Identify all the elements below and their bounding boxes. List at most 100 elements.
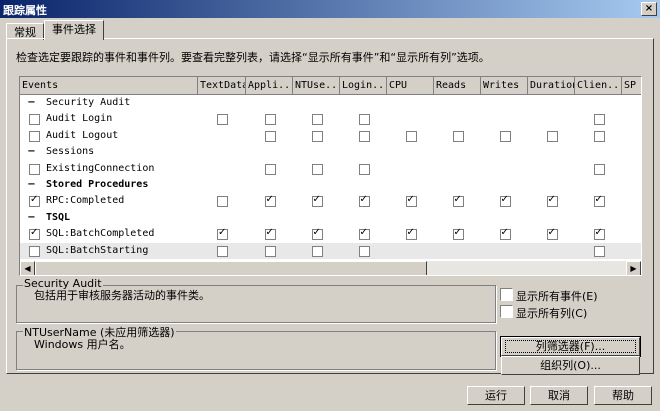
event-checkbox[interactable] bbox=[29, 114, 40, 126]
column-checkbox[interactable]: ✓ bbox=[499, 194, 511, 208]
row-label: Audit Logout bbox=[46, 129, 119, 141]
column-header[interactable]: Appli... bbox=[246, 77, 293, 95]
event-row[interactable]: ✓ SQL:BatchCompleted ✓ ✓ ✓ ✓ ✓ ✓ ✓ ✓ ✓ bbox=[20, 226, 641, 242]
organize-columns-button[interactable]: 组织列(O)... bbox=[501, 356, 640, 375]
column-checkbox[interactable] bbox=[593, 245, 605, 257]
column-header[interactable]: Reads bbox=[434, 77, 481, 95]
column-header[interactable]: Clien... bbox=[575, 77, 622, 95]
column-header[interactable]: Writes bbox=[481, 77, 528, 95]
column-checkbox[interactable]: ✓ bbox=[452, 227, 464, 241]
column-checkbox[interactable] bbox=[358, 163, 370, 175]
event-row[interactable]: Audit Login bbox=[20, 111, 641, 127]
horizontal-scrollbar[interactable]: ◀ ▶ bbox=[20, 261, 641, 275]
column-checkbox[interactable] bbox=[264, 245, 276, 257]
column-checkbox[interactable] bbox=[264, 163, 276, 175]
show-all-events-checkbox[interactable] bbox=[500, 288, 513, 301]
row-label: Security Audit bbox=[46, 97, 131, 108]
column-checkbox[interactable]: ✓ bbox=[358, 194, 370, 208]
column-checkbox[interactable] bbox=[593, 114, 605, 126]
column-checkbox[interactable] bbox=[593, 163, 605, 175]
column-checkbox[interactable] bbox=[358, 114, 370, 126]
show-all-columns-label[interactable]: 显示所有列(C) bbox=[516, 305, 587, 321]
column-checkbox[interactable] bbox=[264, 114, 276, 126]
column-checkbox[interactable] bbox=[311, 163, 323, 175]
column-checkbox[interactable]: ✓ bbox=[452, 194, 464, 208]
close-icon[interactable]: × bbox=[641, 2, 657, 16]
category-row[interactable]: − Stored Procedures bbox=[20, 177, 641, 193]
column-header[interactable]: Duration bbox=[528, 77, 575, 95]
event-row[interactable]: ExistingConnection bbox=[20, 161, 641, 177]
column-filters-button[interactable]: 列筛选器(F)... bbox=[500, 336, 641, 357]
column-checkbox[interactable] bbox=[217, 196, 228, 208]
column-header[interactable]: NTUse... bbox=[293, 77, 340, 95]
column-checkbox[interactable]: ✓ bbox=[311, 227, 323, 241]
column-checkbox[interactable]: ✓ bbox=[264, 227, 276, 241]
column-checkbox[interactable]: ✓ bbox=[499, 227, 511, 241]
scroll-thumb[interactable] bbox=[35, 261, 427, 275]
window-title: 跟踪属性 bbox=[3, 4, 47, 17]
event-checkbox[interactable]: ✓ bbox=[29, 227, 40, 241]
category-row[interactable]: − TSQL bbox=[20, 210, 641, 226]
column-checkbox[interactable] bbox=[358, 130, 370, 142]
event-checkbox[interactable] bbox=[29, 130, 40, 142]
column-checkbox[interactable] bbox=[499, 130, 511, 142]
events-grid[interactable]: ◀ ▶ Events TextData Appli... NTUse... Login.… bbox=[19, 76, 642, 276]
column-checkbox[interactable]: ✓ bbox=[593, 194, 605, 208]
run-button[interactable]: 运行 bbox=[467, 386, 525, 405]
column-checkbox[interactable]: ✓ bbox=[358, 227, 370, 241]
tab-events-selection[interactable]: 事件选择 bbox=[44, 20, 104, 40]
column-checkbox[interactable]: ✓ bbox=[405, 194, 417, 208]
column-checkbox[interactable]: ✓ bbox=[264, 194, 276, 208]
help-button[interactable]: 帮助 bbox=[594, 386, 652, 405]
collapse-icon[interactable]: − bbox=[27, 180, 36, 190]
column-checkbox[interactable] bbox=[358, 245, 370, 257]
instructions-text: 检查选定要跟踪的事件和事件列。要查看完整列表，请选择“显示所有事件”和“显示所有… bbox=[16, 51, 490, 64]
column-checkbox[interactable] bbox=[217, 245, 228, 257]
column-checkbox[interactable] bbox=[217, 114, 228, 126]
column-checkbox[interactable] bbox=[405, 130, 417, 142]
cancel-button[interactable]: 取消 bbox=[530, 386, 588, 405]
column-header[interactable]: Login... bbox=[340, 77, 387, 95]
column-header[interactable]: CPU bbox=[387, 77, 434, 95]
category-row[interactable]: − Security Audit bbox=[20, 95, 641, 111]
column-checkbox[interactable]: ✓ bbox=[217, 227, 228, 241]
event-checkbox[interactable]: ✓ bbox=[29, 194, 40, 208]
event-row[interactable]: Audit Logout bbox=[20, 128, 641, 144]
column-checkbox[interactable] bbox=[311, 245, 323, 257]
event-checkbox[interactable] bbox=[29, 163, 40, 175]
column-checkbox[interactable] bbox=[452, 130, 464, 142]
category-row[interactable]: − Sessions bbox=[20, 144, 641, 160]
show-all-columns-checkbox[interactable] bbox=[500, 305, 513, 318]
event-checkbox[interactable] bbox=[29, 245, 40, 257]
event-row[interactable]: SQL:BatchStarting bbox=[20, 242, 641, 259]
event-row[interactable]: ✓ RPC:Completed ✓ ✓ ✓ ✓ ✓ ✓ ✓ ✓ bbox=[20, 193, 641, 209]
column-header[interactable]: SP bbox=[622, 77, 641, 95]
column-checkbox[interactable]: ✓ bbox=[311, 194, 323, 208]
column-checkbox[interactable]: ✓ bbox=[546, 194, 558, 208]
show-all-events-label[interactable]: 显示所有事件(E) bbox=[516, 288, 598, 304]
column-checkbox[interactable] bbox=[593, 130, 605, 142]
collapse-icon[interactable]: − bbox=[27, 212, 36, 222]
column-checkbox[interactable] bbox=[311, 114, 323, 126]
title-bar: 跟踪属性 × bbox=[0, 0, 660, 18]
scroll-left-icon[interactable]: ◀ bbox=[20, 261, 35, 275]
column-checkbox[interactable]: ✓ bbox=[405, 227, 417, 241]
column-checkbox[interactable] bbox=[546, 130, 558, 142]
row-label: Sessions bbox=[46, 146, 95, 158]
column-description-text: Windows 用户名。 bbox=[34, 338, 131, 351]
column-checkbox[interactable]: ✓ bbox=[546, 227, 558, 241]
column-checkbox[interactable] bbox=[264, 130, 276, 142]
collapse-icon[interactable]: − bbox=[27, 98, 36, 108]
row-label: Audit Login bbox=[46, 113, 113, 125]
row-label: Stored Procedures bbox=[46, 179, 149, 190]
row-label: ExistingConnection bbox=[46, 162, 155, 174]
column-header[interactable]: TextData bbox=[198, 77, 246, 95]
column-checkbox[interactable]: ✓ bbox=[593, 227, 605, 241]
column-checkbox[interactable] bbox=[311, 130, 323, 142]
collapse-icon[interactable]: − bbox=[27, 147, 36, 157]
column-header[interactable]: Events bbox=[20, 77, 198, 95]
row-label: SQL:BatchCompleted bbox=[46, 228, 155, 240]
row-label: SQL:BatchStarting bbox=[46, 244, 149, 256]
scroll-right-icon[interactable]: ▶ bbox=[626, 261, 641, 275]
event-description-text: 包括用于审核服务器活动的事件类。 bbox=[34, 289, 210, 302]
